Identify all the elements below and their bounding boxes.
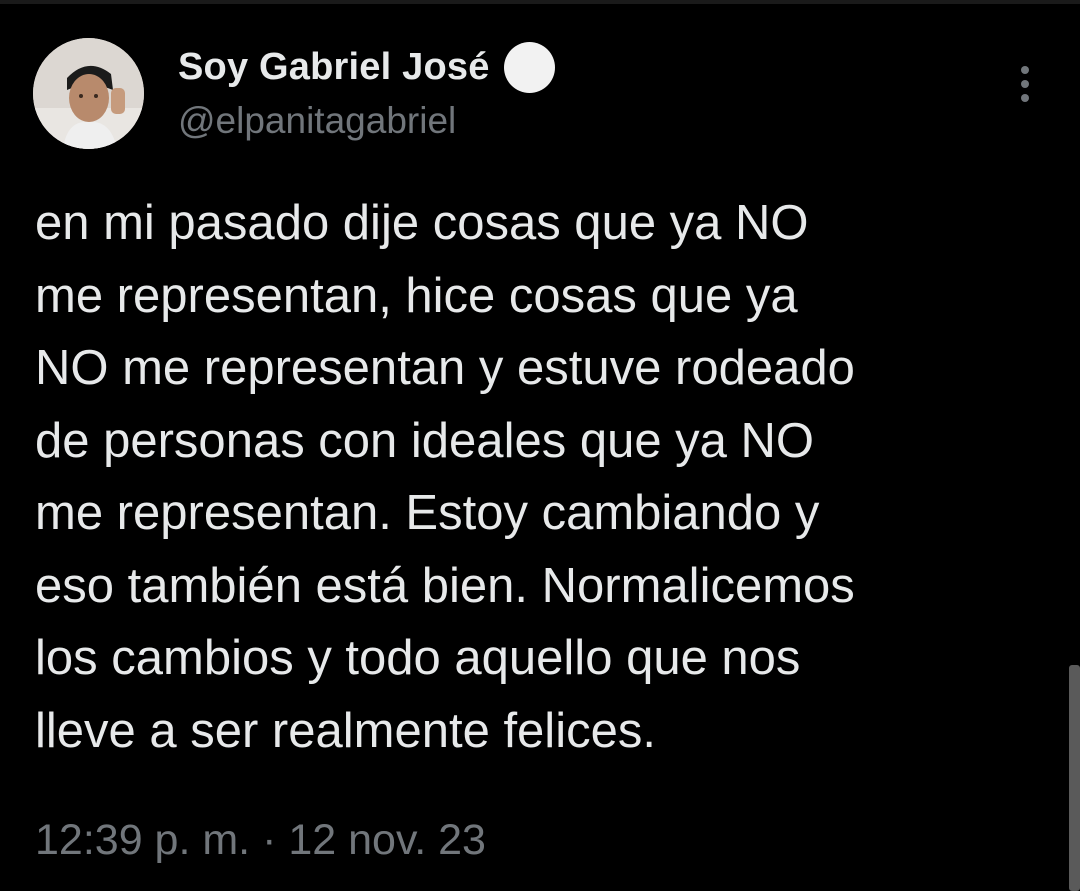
tweet-text-line: lleve a ser realmente felices. [35,703,656,758]
verified-badge-icon [503,41,555,93]
tweet-text: en mi pasado dije cosas que ya NO me rep… [35,187,1055,767]
author-handle[interactable]: @elpanitagabriel [178,100,456,142]
tweet-timestamp[interactable]: 12:39 p. m. · 12 nov. 23 [35,816,486,865]
more-vertical-icon-dot [1021,94,1029,102]
avatar[interactable] [33,38,144,149]
tweet-text-line: los cambios y todo aquello que nos [35,631,801,685]
author-name-row[interactable]: Soy Gabriel José [178,41,555,93]
more-vertical-icon [1021,66,1029,74]
tweet-text-line: me representan, hice cosas que ya [35,268,798,323]
more-options-button[interactable] [1005,60,1045,108]
tweet-text-line: de personas con ideales que ya NO [35,413,815,468]
scrollbar[interactable] [1069,665,1080,891]
avatar-photo [33,38,144,149]
top-divider [0,0,1080,4]
tweet-card: Soy Gabriel José @elpanitagabriel en mi … [0,0,1080,891]
tweet-text-line: en mi pasado dije cosas que ya NO [35,196,809,250]
display-name[interactable]: Soy Gabriel José [178,46,490,89]
tweet-text-line: eso también está bien. Normalicemos [35,558,855,613]
tweet-text-line: me representan. Estoy cambiando y [35,486,820,540]
more-vertical-icon-dot [1021,80,1029,88]
tweet-text-line: NO me representan y estuve rodeado [35,341,855,395]
